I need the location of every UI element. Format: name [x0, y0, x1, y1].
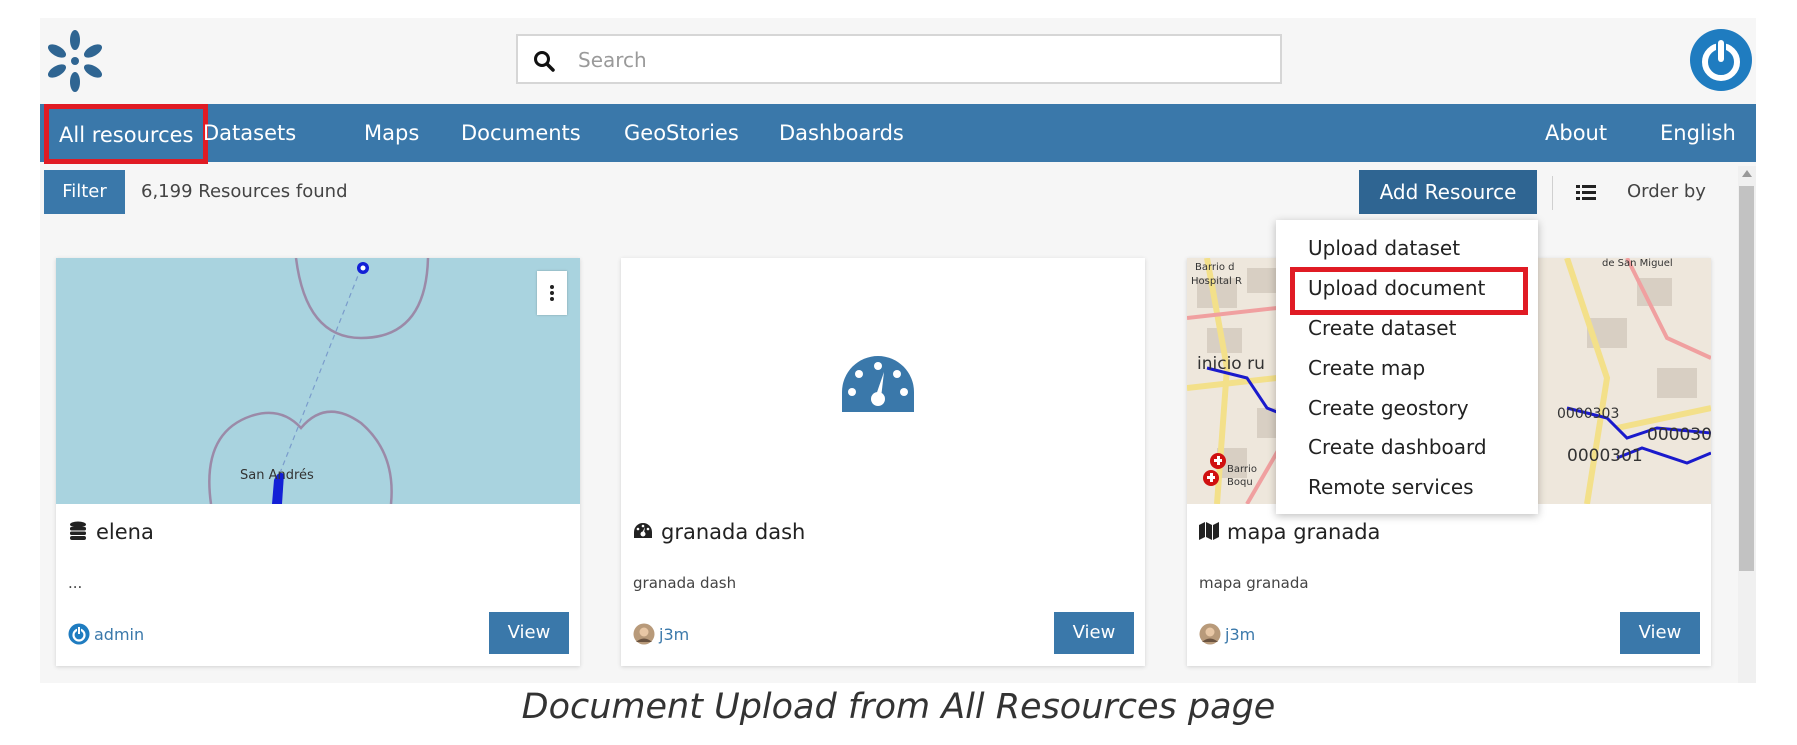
nav-item-datasets[interactable]: Datasets [203, 104, 296, 162]
dashboard-icon [634, 523, 652, 538]
avatar [633, 623, 655, 645]
nav-item-documents[interactable]: Documents [461, 104, 581, 162]
card-title[interactable]: mapa granada [1199, 520, 1380, 544]
user-power-icon[interactable] [1689, 28, 1753, 92]
view-button[interactable]: View [489, 612, 569, 654]
svg-text:Hospital R: Hospital R [1191, 276, 1242, 287]
menu-item-create-map[interactable]: Create map [1308, 350, 1425, 386]
results-count: 6,199 Resources found [141, 181, 348, 202]
app-frame: All resources Datasets Maps Documents Ge… [40, 18, 1756, 683]
geonode-logo-icon[interactable] [42, 28, 108, 94]
card-title-text: elena [96, 520, 154, 544]
map-icon [1199, 522, 1219, 540]
card-owner-name: j3m [1225, 625, 1256, 644]
nav-item-maps[interactable]: Maps [364, 104, 419, 162]
card-owner[interactable]: j3m [1199, 623, 1255, 645]
svg-text:Boqu: Boqu [1227, 477, 1253, 488]
header [40, 18, 1756, 104]
scroll-up-arrow-icon[interactable] [1742, 170, 1752, 177]
add-resource-menu: Upload dataset Upload document Create da… [1276, 220, 1538, 514]
avatar [1199, 623, 1221, 645]
nav-item-all-resources[interactable]: All resources [44, 104, 209, 164]
svg-text:Barrio d: Barrio d [1195, 262, 1234, 273]
card-owner[interactable]: admin [68, 623, 144, 645]
order-by-dropdown[interactable]: Order by [1627, 181, 1706, 202]
resource-card-granada-dash[interactable]: granada dash granada dash j3m View [621, 258, 1145, 666]
resource-card-elena[interactable]: San Andrés elena ... admin View [56, 258, 580, 666]
svg-text:de San Miguel: de San Miguel [1602, 258, 1673, 269]
menu-item-upload-dataset[interactable]: Upload dataset [1308, 230, 1460, 266]
search-input[interactable] [576, 44, 1260, 76]
card-thumbnail[interactable] [621, 258, 1145, 504]
menu-item-remote-services[interactable]: Remote services [1308, 469, 1474, 505]
card-thumbnail[interactable]: San Andrés [56, 258, 580, 504]
nav-item-dashboards[interactable]: Dashboards [779, 104, 904, 162]
database-icon [70, 521, 86, 540]
nav-item-about[interactable]: About [1545, 104, 1607, 162]
card-owner[interactable]: j3m [633, 623, 689, 645]
menu-item-create-dataset[interactable]: Create dataset [1308, 310, 1456, 346]
figure-caption: Document Upload from All Resources page [521, 687, 1276, 727]
card-title[interactable]: granada dash [633, 520, 805, 544]
view-button[interactable]: View [1620, 612, 1700, 654]
card-description: granada dash [633, 574, 737, 592]
card-title-text: mapa granada [1227, 520, 1381, 544]
card-description: mapa granada [1199, 574, 1309, 592]
svg-text:0000301: 0000301 [1567, 446, 1643, 466]
toolbar-divider [1552, 176, 1553, 210]
nav-item-geostories[interactable]: GeoStories [624, 104, 739, 162]
filter-button[interactable]: Filter [44, 170, 125, 214]
map-thumbnail: San Andrés [56, 258, 580, 504]
search-icon [534, 51, 555, 72]
menu-item-create-geostory[interactable]: Create geostory [1308, 390, 1469, 426]
card-owner-name: admin [94, 625, 145, 644]
scrollbar-thumb[interactable] [1739, 186, 1754, 571]
card-description: ... [68, 574, 83, 592]
nav-item-language[interactable]: English [1660, 104, 1736, 162]
svg-text:000030: 000030 [1647, 425, 1711, 445]
card-title-text: granada dash [661, 520, 806, 544]
svg-text:inicio ru: inicio ru [1197, 354, 1265, 374]
user-power-icon [68, 623, 90, 645]
add-resource-button[interactable]: Add Resource [1359, 170, 1537, 214]
list-view-icon[interactable] [1576, 184, 1596, 202]
menu-item-create-dashboard[interactable]: Create dashboard [1308, 429, 1487, 465]
dashboard-icon [842, 356, 914, 412]
card-owner-name: j3m [659, 625, 690, 644]
card-options-menu-icon[interactable] [537, 271, 567, 315]
svg-text:0000303: 0000303 [1557, 406, 1619, 422]
search-box[interactable] [516, 34, 1282, 84]
card-title[interactable]: elena [68, 520, 154, 544]
view-button[interactable]: View [1054, 612, 1134, 654]
main-nav: All resources Datasets Maps Documents Ge… [40, 104, 1756, 164]
menu-item-upload-document[interactable]: Upload document [1308, 270, 1485, 306]
svg-text:Barrio: Barrio [1227, 464, 1257, 475]
map-place-label: San Andrés [240, 468, 314, 483]
